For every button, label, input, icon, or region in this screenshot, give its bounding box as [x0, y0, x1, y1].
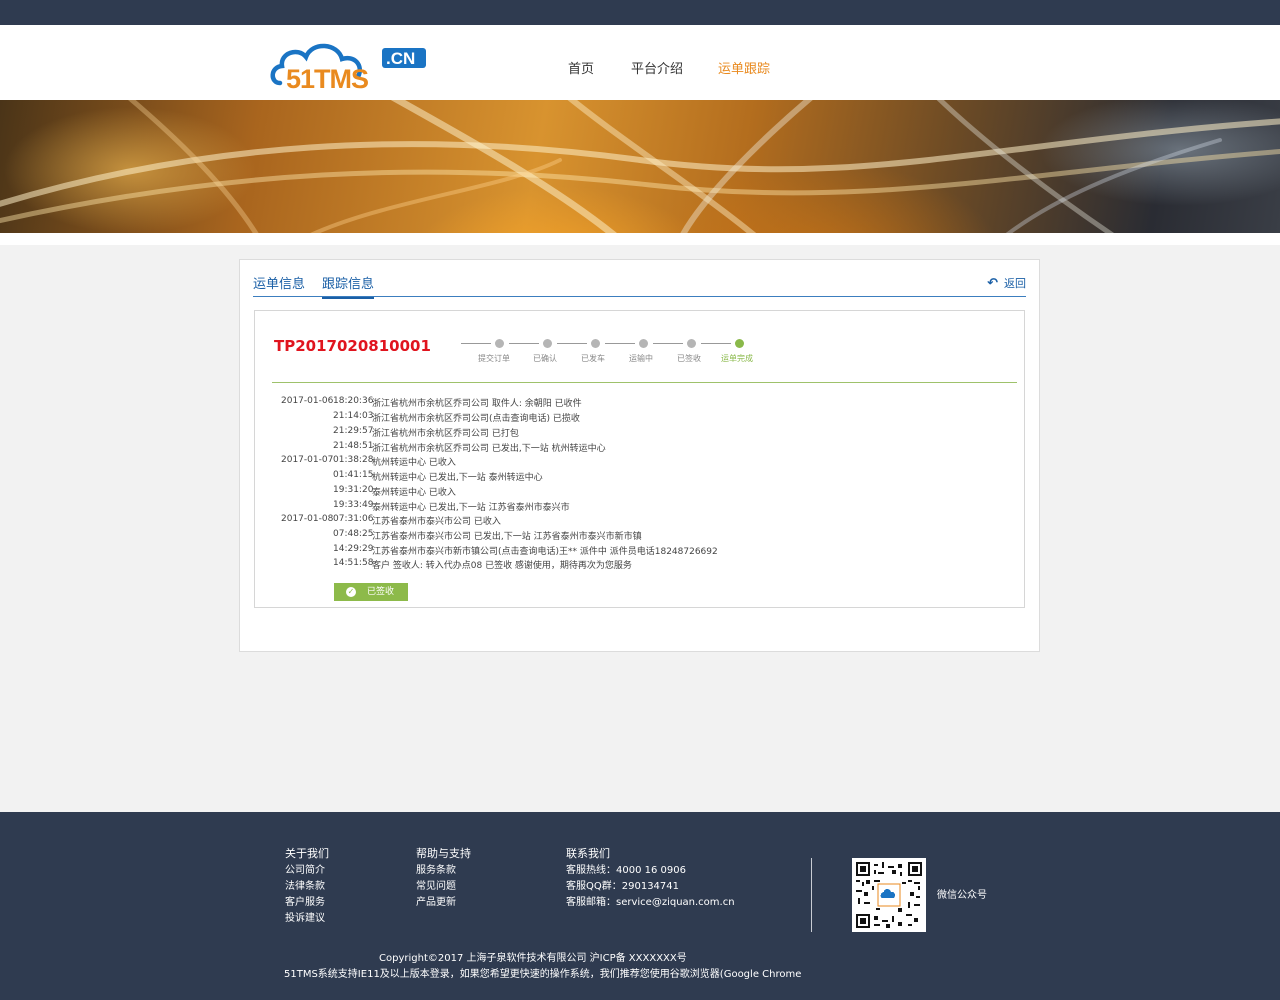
section-divider — [272, 382, 1017, 383]
top-bar — [0, 0, 1280, 25]
log-time: 21:14:03 — [333, 411, 374, 421]
step-dot-confirmed — [543, 339, 552, 348]
step-label-in-transit: 运输中 — [629, 354, 653, 363]
log-date: 2017-01-06 — [281, 396, 334, 406]
log-text: 杭州转运中心 已收入 — [372, 458, 456, 468]
log-date: 2017-01-08 — [281, 514, 334, 524]
svg-text:.CN: .CN — [386, 49, 415, 68]
footer-qq-group: 客服QQ群：290134741 — [566, 881, 680, 892]
step-dot-in-transit — [639, 339, 648, 348]
browser-notice: 51TMS系统支持IE11及以上版本登录，如果您希望更快速的操作系统，我们推荐您… — [284, 969, 802, 980]
step-connector — [461, 343, 491, 344]
footer-divider — [811, 858, 812, 932]
step-connector — [701, 343, 731, 344]
log-text: 客户 签收人: 转入代办点08 已签收 感谢使用，期待再次为您服务 — [372, 561, 632, 571]
log-time: 21:29:57 — [333, 426, 374, 436]
footer-link-terms[interactable]: 服务条款 — [416, 863, 471, 879]
log-text: 浙江省杭州市余杭区乔司公司 已打包 — [372, 429, 519, 439]
log-text: 浙江省杭州市余杭区乔司公司 已发出,下一站 杭州转运中心 — [372, 444, 606, 454]
step-label-signed: 已签收 — [677, 354, 701, 363]
hero-banner — [0, 100, 1280, 233]
log-text: 江苏省泰州市泰兴市公司 已收入 — [372, 517, 501, 527]
signed-status-button[interactable]: ✓ 已签收 — [334, 583, 408, 601]
footer-contact: 联系我们 客服热线：4000 16 0906 客服QQ群：290134741 客… — [566, 845, 735, 911]
log-time: 14:51:58 — [333, 558, 374, 568]
footer-link-updates[interactable]: 产品更新 — [416, 895, 471, 911]
log-text: 浙江省杭州市余杭区乔司公司 取件人: 余朝阳 已收件 — [372, 399, 582, 409]
log-time: 18:20:36 — [333, 396, 374, 406]
log-time: 19:31:20 — [333, 485, 374, 495]
banner-gap — [0, 233, 1280, 245]
wechat-qr-code — [852, 858, 926, 932]
footer-help: 帮助与支持 服务条款 常见问题 产品更新 — [416, 845, 471, 911]
log-time: 01:38:28 — [333, 455, 374, 465]
step-label-departed: 已发车 — [581, 354, 605, 363]
log-text: 江苏省泰州市泰兴市公司 已发出,下一站 江苏省泰州市泰兴市新市镇 — [372, 532, 642, 542]
site-footer: 关于我们 公司简介 法律条款 客户服务 投诉建议 帮助与支持 服务条款 常见问题… — [0, 812, 1280, 1000]
brand-logo[interactable]: .CN 51TMS — [268, 33, 438, 94]
tracking-detail-box: TP2017020810001 提交订单 已确认 已发车 运输中 已签收 运单完… — [254, 310, 1025, 608]
step-connector — [509, 343, 539, 344]
tab-tracking-info[interactable]: 跟踪信息 — [322, 273, 375, 299]
footer-about-title: 关于我们 — [285, 847, 329, 860]
log-time: 14:29:29 — [333, 544, 374, 554]
nav-platform-intro[interactable]: 平台介绍 — [631, 58, 683, 77]
footer-link-complaints[interactable]: 投诉建议 — [285, 911, 329, 927]
footer-hotline: 客服热线：4000 16 0906 — [566, 865, 686, 876]
footer-about: 关于我们 公司简介 法律条款 客户服务 投诉建议 — [285, 845, 329, 927]
footer-help-title: 帮助与支持 — [416, 847, 471, 860]
log-time: 19:33:49 — [333, 500, 374, 510]
footer-link-faq[interactable]: 常见问题 — [416, 879, 471, 895]
step-dot-departed — [591, 339, 600, 348]
footer-link-legal[interactable]: 法律条款 — [285, 879, 329, 895]
tab-waybill-info[interactable]: 运单信息 — [253, 273, 305, 297]
back-label: 返回 — [1004, 277, 1026, 290]
site-header: .CN 51TMS 首页 平台介绍 运单跟踪 — [0, 25, 1280, 100]
svg-text:51TMS: 51TMS — [286, 64, 368, 93]
footer-contact-title: 联系我们 — [566, 847, 610, 860]
qr-label: 微信公众号 — [937, 890, 987, 901]
footer-link-company-intro[interactable]: 公司简介 — [285, 863, 329, 879]
log-text: 泰州转运中心 已收入 — [372, 488, 456, 498]
log-time: 01:41:15 — [333, 470, 374, 480]
log-text-part[interactable]: 江苏省泰州市泰兴市新市镇公司(点击查询电话)王** 派件中 派件员电话18248… — [372, 547, 718, 557]
step-dot-completed — [735, 339, 744, 348]
footer-link-customer-service[interactable]: 客户服务 — [285, 895, 329, 911]
log-time: 21:48:51 — [333, 441, 374, 451]
copyright-text: Copyright©2017 上海子泉软件技术有限公司 沪ICP备 XXXXXX… — [379, 953, 687, 964]
order-number: TP2017020810001 — [274, 337, 431, 355]
tracking-panel: 运单信息 跟踪信息 ↶ 返回 TP2017020810001 提交订单 已确认 已… — [239, 259, 1040, 652]
step-label-completed: 运单完成 — [721, 354, 753, 363]
progress-steps: 提交订单 已确认 已发车 运输中 已签收 运单完成 — [459, 337, 779, 367]
nav-home[interactable]: 首页 — [568, 58, 594, 77]
step-label-submitted: 提交订单 — [478, 354, 510, 363]
step-dot-submitted — [495, 339, 504, 348]
log-time: 07:31:06 — [333, 514, 374, 524]
nav-waybill-tracking[interactable]: 运单跟踪 — [718, 58, 770, 77]
footer-email[interactable]: 客服邮箱：service@ziquan.com.cn — [566, 895, 735, 911]
step-dot-signed — [687, 339, 696, 348]
back-button[interactable]: ↶ 返回 — [987, 275, 1026, 291]
signed-status-label: 已签收 — [367, 587, 395, 597]
tab-bar: 运单信息 跟踪信息 ↶ 返回 — [253, 273, 1026, 299]
log-text-part[interactable]: 浙江省杭州市余杭区乔司公司(点击查询电话) 已揽收 — [372, 414, 580, 424]
step-connector — [653, 343, 683, 344]
step-connector — [557, 343, 587, 344]
step-label-confirmed: 已确认 — [533, 354, 557, 363]
step-connector — [605, 343, 635, 344]
log-text: 江苏省泰州市泰兴市新市镇公司(点击查询电话)王** 派件中 派件员电话18248… — [372, 544, 718, 557]
log-date: 2017-01-07 — [281, 455, 334, 465]
log-text: 杭州转运中心 已发出,下一站 泰州转运中心 — [372, 473, 543, 483]
return-arrow-icon: ↶ — [987, 276, 998, 291]
log-time: 07:48:25 — [333, 529, 374, 539]
check-circle-icon: ✓ — [346, 587, 356, 597]
log-text: 浙江省杭州市余杭区乔司公司(点击查询电话) 已揽收 — [372, 411, 580, 424]
log-text: 泰州转运中心 已发出,下一站 江苏省泰州市泰兴市 — [372, 503, 570, 513]
